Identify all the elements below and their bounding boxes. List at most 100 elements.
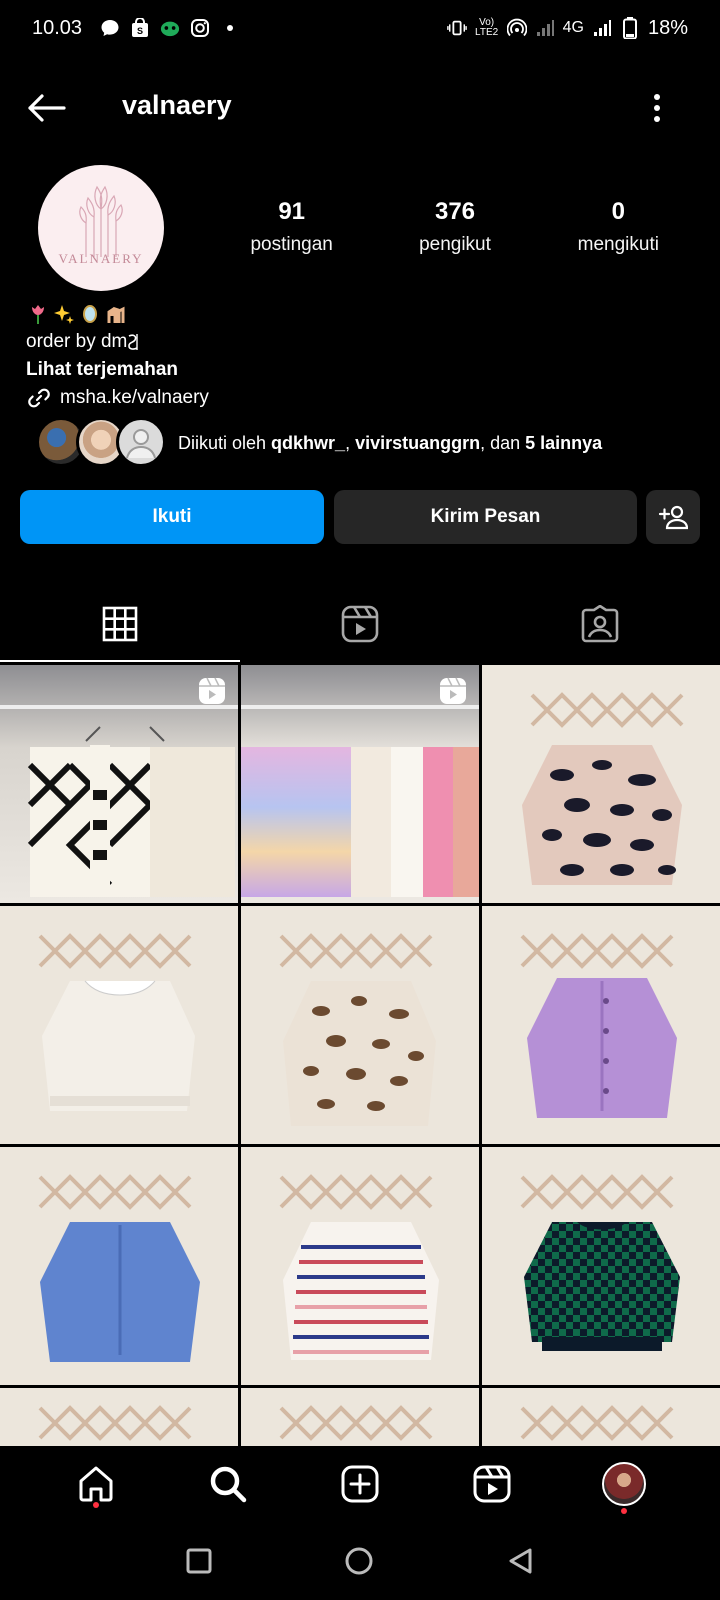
signal-strong-icon	[592, 18, 612, 38]
more-options-button[interactable]	[642, 88, 672, 128]
cream-collar-sweater-image-icon	[38, 933, 195, 1111]
stat-posts-label: postingan	[250, 234, 333, 255]
post-thumbnail[interactable]	[482, 1388, 720, 1448]
post-thumbnail[interactable]	[482, 906, 720, 1144]
back-button[interactable]	[26, 90, 70, 126]
bio-text: order by dm	[26, 328, 696, 356]
sparkles-emoji-icon	[52, 302, 76, 326]
profile-username: valnaery	[122, 90, 232, 120]
nav-search[interactable]	[198, 1454, 258, 1514]
post-thumbnail[interactable]	[241, 665, 479, 903]
bio-emoji-row	[26, 300, 696, 328]
reel-badge-icon	[199, 677, 225, 704]
tagged-user-icon	[581, 605, 619, 643]
instagram-icon	[190, 18, 210, 38]
mutual-user-1[interactable]: qdkhwr_	[271, 433, 345, 453]
posts-grid	[0, 665, 720, 1448]
see-translation-link[interactable]: Lihat terjemahan	[26, 356, 696, 384]
vibrate-icon	[446, 18, 467, 38]
nav-profile[interactable]	[594, 1454, 654, 1514]
followed-by-row[interactable]: Diikuti oleh qdkhwr_, vivirstuanggrn, da…	[36, 416, 602, 470]
followed-by-separator: ,	[345, 432, 356, 453]
reels-icon	[341, 605, 379, 643]
volte-indicator: Vo) LTE2	[475, 17, 499, 38]
back-triangle-icon[interactable]	[505, 1546, 535, 1576]
more-vertical-icon	[654, 94, 660, 122]
stat-followers[interactable]: 376 pengikut	[373, 198, 536, 256]
tab-posts-grid[interactable]	[0, 586, 240, 662]
profile-bio: order by dm Lihat terjemahan msha.ke/val…	[26, 300, 696, 412]
recent-apps-icon[interactable]	[185, 1547, 213, 1575]
link-icon	[28, 388, 50, 408]
reels-nav-icon	[473, 1465, 511, 1503]
network-type: 4G	[562, 19, 584, 36]
post-thumbnail[interactable]	[241, 1388, 479, 1448]
svg-text:S: S	[137, 26, 143, 36]
followed-by-text: Diikuti oleh qdkhwr_, vivirstuanggrn, da…	[178, 433, 602, 454]
mutual-user-2[interactable]: vivirstuanggrn	[355, 433, 480, 453]
stat-posts[interactable]: 91 postingan	[210, 198, 373, 256]
home-notification-dot	[93, 1502, 99, 1508]
tab-reels[interactable]	[240, 586, 480, 662]
grid-icon	[102, 606, 138, 642]
leopard-sweater-image-icon	[522, 692, 684, 885]
mutual-followers-avatars	[36, 417, 166, 469]
signal-weak-icon	[535, 18, 555, 38]
hotspot-icon	[506, 18, 527, 38]
profile-header: valnaery	[0, 72, 720, 144]
user-avatar	[602, 1462, 646, 1506]
checkered-sweater-image-icon	[520, 1174, 680, 1351]
post-thumbnail[interactable]	[0, 1147, 238, 1385]
battery-level: 18%	[647, 16, 688, 39]
nav-create[interactable]	[330, 1454, 390, 1514]
hanger-rack-image-icon	[520, 1405, 674, 1441]
tab-tagged[interactable]	[480, 586, 720, 662]
home-icon	[79, 1466, 113, 1502]
reel-badge-icon	[440, 677, 466, 704]
suggested-users-button[interactable]	[646, 490, 700, 544]
default-user-icon	[126, 429, 156, 459]
status-bar: 10.03 S Vo) LTE2 4G 18%	[0, 0, 720, 56]
bottom-navigation	[0, 1446, 720, 1522]
mutual-avatar-3	[116, 417, 166, 467]
profile-stats: 91 postingan 376 pengikut 0 mengikuti	[210, 198, 700, 256]
followed-by-and: , dan	[480, 432, 526, 453]
avatar-brand-text: VALNAERY	[58, 251, 144, 266]
purple-cardigan-image-icon	[520, 933, 677, 1118]
post-thumbnail[interactable]	[482, 1147, 720, 1385]
striped-sweater-image-icon	[279, 1174, 439, 1360]
profile-tabs	[0, 586, 720, 662]
post-thumbnail[interactable]	[241, 1147, 479, 1385]
hanger-rack-image-icon	[279, 1405, 433, 1441]
profile-avatar[interactable]: VALNAERY	[38, 165, 164, 291]
nav-home[interactable]	[66, 1454, 126, 1514]
add-post-icon	[341, 1465, 379, 1503]
tulip-emoji-icon	[26, 302, 50, 326]
send-message-button[interactable]: Kirim Pesan	[334, 490, 637, 544]
post-thumbnail[interactable]	[0, 665, 238, 903]
battery-icon	[620, 17, 640, 39]
stat-posts-count: 91	[278, 198, 306, 225]
nav-reels[interactable]	[462, 1454, 522, 1514]
stat-followers-label: pengikut	[419, 234, 491, 255]
post-thumbnail[interactable]	[482, 665, 720, 903]
home-circle-icon[interactable]	[344, 1546, 374, 1576]
stat-followers-count: 376	[434, 198, 476, 225]
tulip-logo-icon	[79, 185, 123, 257]
bio-website-link[interactable]: msha.ke/valnaery	[26, 384, 696, 412]
follow-button[interactable]: Ikuti	[20, 490, 324, 544]
website-url: msha.ke/valnaery	[60, 387, 209, 408]
hanger-rack-image-icon	[38, 1405, 192, 1441]
post-thumbnail[interactable]	[0, 906, 238, 1144]
status-time: 10.03	[32, 16, 83, 39]
mutual-others[interactable]: 5 lainnya	[525, 433, 602, 453]
brown-leopard-sweater-image-icon	[279, 933, 436, 1126]
bio-order-text: order by dm	[26, 331, 128, 352]
stat-following[interactable]: 0 mengikuti	[537, 198, 700, 256]
followed-by-prefix: Diikuti oleh	[178, 432, 272, 453]
stat-following-label: mengikuti	[577, 234, 659, 255]
post-thumbnail[interactable]	[241, 906, 479, 1144]
post-thumbnail[interactable]	[0, 1388, 238, 1448]
game-controller-icon	[160, 18, 180, 38]
more-notifications-dot-icon	[220, 18, 240, 38]
